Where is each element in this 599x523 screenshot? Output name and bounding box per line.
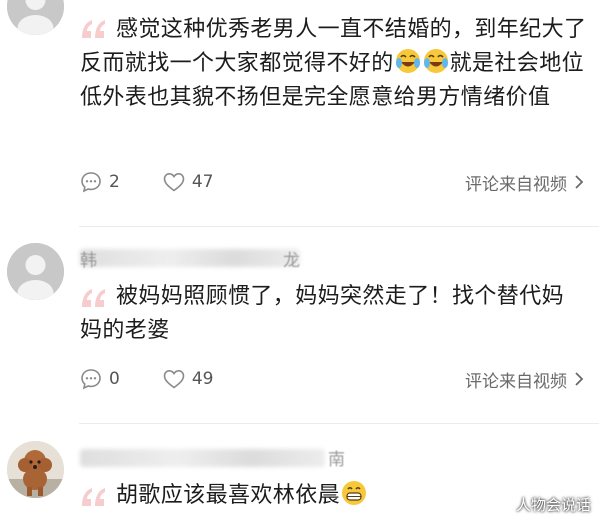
laugh-cry-emoji-icon <box>423 49 448 73</box>
username-first-char: 韩 <box>80 251 97 271</box>
source-label: 评论来自视频 <box>465 371 567 392</box>
comment-actions: 2 47 <box>79 170 213 194</box>
comment-text-body: 被妈妈照顾惯了，妈妈突然走了！找个替代妈妈的老婆 <box>80 284 565 343</box>
watermark-text: 人物会说话 <box>515 496 591 514</box>
poodle-avatar-icon <box>7 441 64 498</box>
heart-icon[interactable] <box>162 367 186 391</box>
avatar-default[interactable] <box>7 0 64 35</box>
watermark-logo-icon <box>496 496 512 513</box>
avatar-default[interactable] <box>7 243 64 300</box>
chevron-right-icon <box>575 372 584 386</box>
comment-text: 被妈妈照顾惯了，妈妈突然走了！找个替代妈妈的老婆 <box>80 280 580 348</box>
grin-emoji-icon <box>342 481 367 505</box>
username-blur-mask <box>80 249 300 267</box>
like-count: 49 <box>191 369 214 389</box>
avatar-dog[interactable] <box>7 441 64 498</box>
divider <box>79 423 599 424</box>
watermark: 人物会说话 <box>496 494 591 515</box>
chevron-right-icon <box>575 175 584 189</box>
comment-text-body: 胡歌应该最喜欢林依晨 <box>116 483 341 508</box>
username-last-char: 龙 <box>283 251 300 271</box>
source-link[interactable]: 评论来自视频 <box>465 170 585 195</box>
user-silhouette-icon <box>7 0 64 35</box>
comment-text: 感觉这种优秀老男人一直不结婚的，到年纪大了反而就找一个大家都觉得不好的 就是社会… <box>80 13 590 115</box>
reply-bubble-icon[interactable] <box>79 170 103 194</box>
reply-count: 2 <box>109 172 120 192</box>
user-silhouette-icon <box>7 243 64 300</box>
comment-actions: 0 49 <box>79 367 213 391</box>
like-count: 47 <box>191 172 214 192</box>
laugh-cry-emoji-icon <box>395 49 420 73</box>
source-label: 评论来自视频 <box>465 174 567 195</box>
heart-icon[interactable] <box>162 170 186 194</box>
reply-count: 0 <box>109 369 120 389</box>
username-blur-mask <box>80 449 325 467</box>
source-link[interactable]: 评论来自视频 <box>465 367 585 392</box>
reply-bubble-icon[interactable] <box>79 367 103 391</box>
username-last-char: 南 <box>328 450 345 470</box>
divider <box>79 226 599 227</box>
